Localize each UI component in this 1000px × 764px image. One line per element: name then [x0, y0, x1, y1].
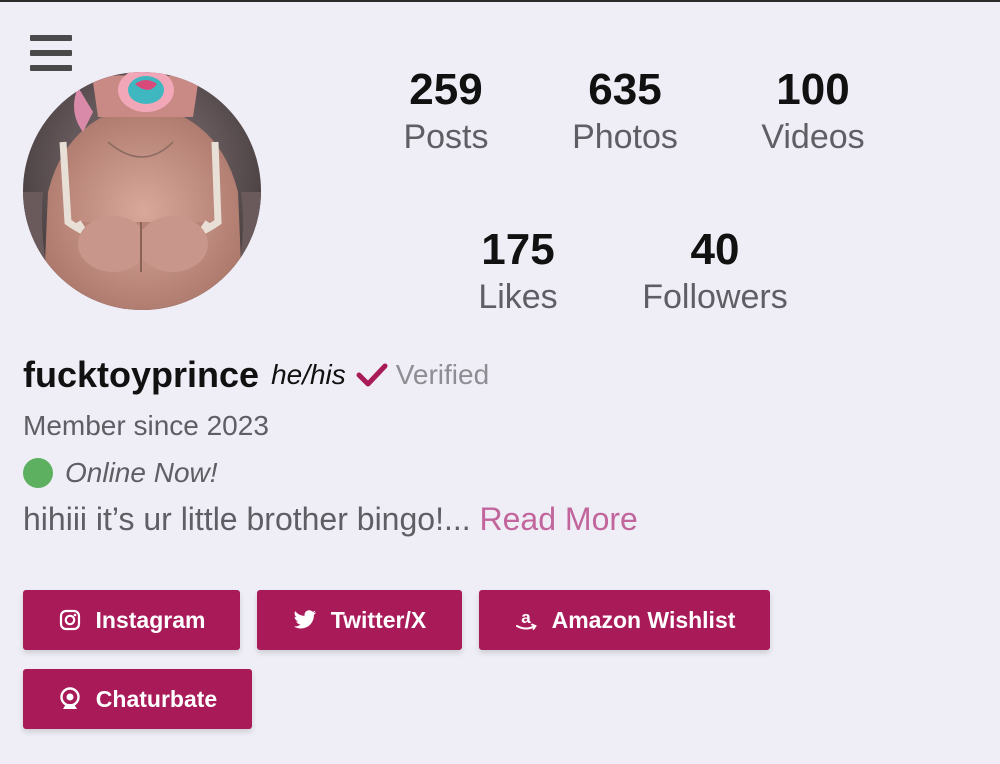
stat-followers[interactable]: 40 Followers: [625, 225, 805, 319]
twitter-label: Twitter/X: [330, 606, 427, 633]
username: fucktoyprince: [23, 354, 260, 395]
profile-photo: [23, 72, 261, 310]
chaturbate-button[interactable]: Chaturbate: [23, 669, 252, 729]
online-status: Online Now!: [23, 457, 218, 489]
stat-likes-value: 175: [481, 225, 555, 274]
stat-posts-label: Posts: [403, 118, 489, 156]
bio-text: hihiii it’s ur little brother bingo!...: [23, 501, 480, 537]
stat-photos[interactable]: 635 Photos: [535, 65, 715, 159]
stat-videos-value: 100: [776, 65, 850, 114]
instagram-label: Instagram: [95, 606, 206, 633]
avatar[interactable]: [23, 72, 261, 310]
online-status-text: Online Now!: [65, 457, 218, 488]
twitter-button[interactable]: Twitter/X: [257, 590, 462, 650]
verified-label: Verified: [395, 359, 490, 390]
checkmark-icon: [356, 363, 388, 387]
instagram-icon: [58, 608, 82, 632]
bio: hihiii it’s ur little brother bingo!... …: [23, 501, 638, 538]
stat-posts-value: 259: [409, 65, 483, 114]
webcam-icon: [58, 687, 82, 711]
member-since: Member since 2023: [23, 410, 269, 441]
stat-photos-value: 635: [588, 65, 662, 114]
stat-photos-label: Photos: [572, 118, 678, 156]
profile-page: 259 Posts 635 Photos 100 Videos 175 Like…: [0, 0, 1000, 764]
amazon-wishlist-button[interactable]: a Amazon Wishlist: [479, 590, 770, 650]
stat-followers-value: 40: [690, 225, 740, 274]
twitter-icon: [293, 608, 317, 632]
stat-likes[interactable]: 175 Likes: [428, 225, 608, 319]
stat-videos-label: Videos: [761, 118, 865, 156]
stat-posts[interactable]: 259 Posts: [356, 65, 536, 159]
profile-name-row: fucktoyprince he/his Verified: [23, 354, 489, 396]
amazon-wishlist-label: Amazon Wishlist: [551, 606, 736, 633]
svg-text:a: a: [521, 608, 531, 627]
stat-likes-label: Likes: [478, 278, 558, 316]
online-dot-icon: [23, 458, 53, 488]
amazon-icon: a: [514, 608, 538, 632]
instagram-button[interactable]: Instagram: [23, 590, 240, 650]
read-more-link[interactable]: Read More: [480, 501, 638, 537]
pronouns: he/his: [271, 359, 346, 390]
chaturbate-label: Chaturbate: [95, 685, 218, 712]
stat-videos[interactable]: 100 Videos: [723, 65, 903, 159]
hamburger-menu-icon[interactable]: [30, 35, 72, 71]
stat-followers-label: Followers: [642, 278, 788, 316]
